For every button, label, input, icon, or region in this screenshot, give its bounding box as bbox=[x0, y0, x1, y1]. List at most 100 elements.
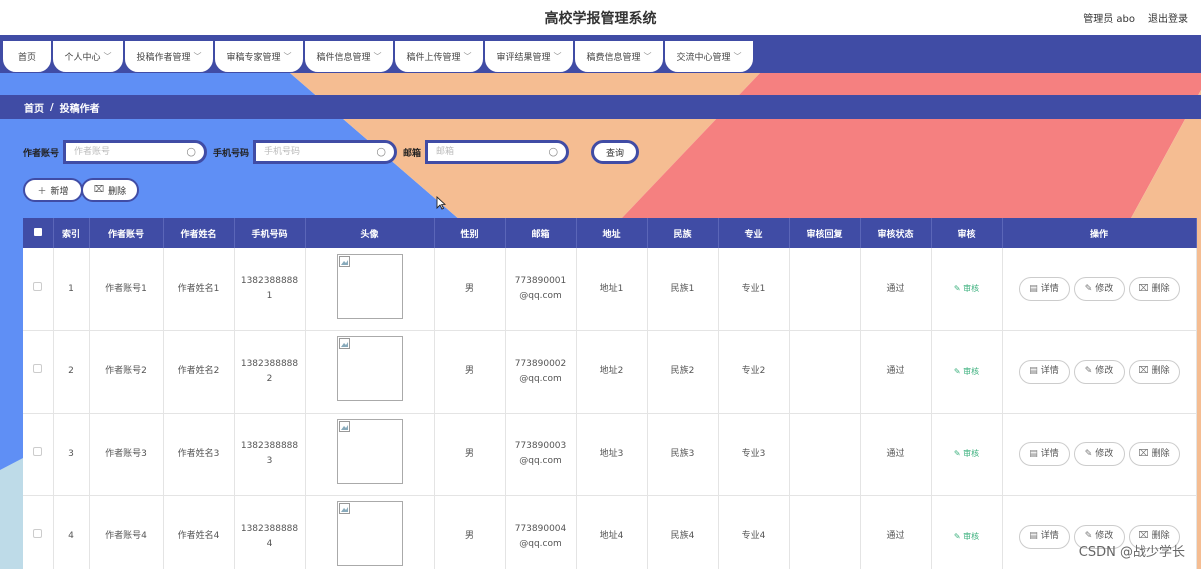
audit-label: 审核 bbox=[963, 366, 980, 376]
phone-cell: 1382388888 1 bbox=[234, 248, 306, 331]
document-icon: ▤ bbox=[1029, 283, 1038, 294]
phone-part: 1 bbox=[266, 291, 273, 301]
nav-tab-home[interactable]: 首页 bbox=[2, 40, 52, 73]
audit-link[interactable]: ✎ 审核 bbox=[954, 449, 979, 458]
edit-button[interactable]: ✎ 修改 bbox=[1073, 442, 1125, 467]
avatar-cell bbox=[305, 330, 435, 414]
phone-part: 1382388888 bbox=[240, 441, 299, 452]
nav-tab-label: 投稿作者管理 bbox=[136, 53, 191, 63]
batch-delete-button[interactable]: ⌧ 删除 bbox=[81, 178, 139, 202]
watermark: CSDN @战少学长 bbox=[1078, 545, 1185, 560]
phone-part: 2 bbox=[266, 373, 273, 384]
phone-part: 1382388888 bbox=[240, 276, 299, 286]
magnifier-icon: ○ bbox=[548, 145, 559, 158]
email-cell: 773890001 @qq.com bbox=[505, 248, 577, 331]
row-checkbox[interactable] bbox=[33, 281, 43, 291]
nav-tab-review-results[interactable]: 审评结果管理 ﹀ bbox=[484, 40, 574, 73]
status-cell: 通过 bbox=[860, 248, 932, 331]
chevron-down-icon: ﹀ bbox=[733, 52, 742, 61]
trash-icon: ⌧ bbox=[93, 185, 105, 195]
select-all-checkbox[interactable] bbox=[33, 227, 42, 236]
nav-tabs: 首页 个人中心 ﹀ 投稿作者管理 ﹀ 审稿专家管理 ﹀ 稿件信息管理 ﹀ 稿件上传管理 ﹀… bbox=[2, 40, 754, 73]
nav-tab-label: 首页 bbox=[17, 53, 36, 63]
email-cell: 773890002 @qq.com bbox=[505, 330, 577, 414]
email-part: 773890004 bbox=[514, 523, 567, 534]
audit-link[interactable]: ✎ 审核 bbox=[954, 367, 979, 376]
delete-label: 删除 bbox=[1151, 366, 1170, 377]
delete-button[interactable]: ⌧ 删除 bbox=[1128, 442, 1180, 467]
document-icon: ▤ bbox=[1029, 531, 1038, 542]
logout-link[interactable]: 退出登录 bbox=[1148, 10, 1188, 25]
site-title: 高校学报管理系统 bbox=[544, 11, 657, 27]
account-cell: 作者账号4 bbox=[89, 495, 164, 569]
nav-tab-label: 个人中心 bbox=[64, 53, 101, 63]
delete-label: 删除 bbox=[1151, 448, 1170, 459]
column-header: 操作 bbox=[1002, 218, 1197, 248]
name-cell: 作者姓名2 bbox=[163, 330, 235, 414]
chevron-down-icon: ﹀ bbox=[373, 52, 382, 61]
breadcrumb-home[interactable]: 首页 bbox=[24, 100, 44, 115]
name-cell: 作者姓名4 bbox=[163, 495, 235, 569]
status-cell: 通过 bbox=[860, 495, 932, 569]
audit-label: 审核 bbox=[963, 531, 980, 541]
add-button[interactable]: ＋ 新增 bbox=[23, 178, 83, 202]
nav-tab-fee-info[interactable]: 稿费信息管理 ﹀ bbox=[574, 40, 664, 73]
nav-tab-communication-center[interactable]: 交流中心管理 ﹀ bbox=[664, 40, 754, 73]
major-cell: 专业2 bbox=[718, 330, 790, 414]
phone-cell: 1382388888 2 bbox=[234, 330, 306, 414]
edit-button[interactable]: ✎ 修改 bbox=[1073, 359, 1125, 384]
gender-cell: 男 bbox=[434, 413, 506, 496]
detail-button[interactable]: ▤ 详情 bbox=[1018, 277, 1070, 301]
ethnicity-cell: 民族3 bbox=[647, 413, 719, 496]
row-checkbox[interactable] bbox=[33, 364, 43, 374]
edit-label: 修改 bbox=[1095, 448, 1114, 459]
nav-tab-manuscript-upload[interactable]: 稿件上传管理 ﹀ bbox=[394, 40, 484, 73]
row-checkbox[interactable] bbox=[33, 446, 43, 456]
chevron-down-icon: ﹀ bbox=[463, 52, 472, 61]
ethnicity-cell: 民族4 bbox=[647, 495, 719, 569]
phone-search-input[interactable] bbox=[264, 143, 375, 161]
email-search-input[interactable] bbox=[436, 143, 547, 161]
row-checkbox-cell bbox=[23, 413, 54, 496]
detail-button[interactable]: ▤ 详情 bbox=[1018, 359, 1070, 384]
breadcrumb: 首页 / 投稿作者 bbox=[0, 95, 1201, 119]
select-all-header[interactable] bbox=[23, 218, 54, 248]
row-checkbox-cell bbox=[23, 330, 54, 414]
phone-part: 1382388888 bbox=[240, 523, 299, 534]
nav-tab-manuscript-info[interactable]: 稿件信息管理 ﹀ bbox=[304, 40, 394, 73]
email-part: 773890003 bbox=[514, 441, 567, 452]
query-button[interactable]: 查询 bbox=[591, 140, 640, 164]
delete-button[interactable]: ⌧ 删除 bbox=[1128, 359, 1180, 384]
trash-icon: ⌧ bbox=[1138, 283, 1149, 294]
major-cell: 专业4 bbox=[718, 495, 790, 569]
document-icon: ▤ bbox=[1029, 448, 1038, 459]
audit-link[interactable]: ✎ 审核 bbox=[954, 532, 979, 541]
index-cell: 2 bbox=[53, 330, 90, 414]
document-icon: ▤ bbox=[1029, 366, 1038, 377]
authors-table: 索引 作者账号 作者姓名 手机号码 头像 性别 邮箱 地址 民族 专业 审核回复… bbox=[23, 218, 1197, 569]
detail-button[interactable]: ▤ 详情 bbox=[1018, 524, 1070, 549]
gender-cell: 男 bbox=[434, 248, 506, 331]
chevron-down-icon: ﹀ bbox=[553, 52, 562, 61]
row-checkbox[interactable] bbox=[33, 529, 43, 539]
phone-part: 4 bbox=[266, 538, 273, 549]
account-search-input[interactable] bbox=[74, 143, 185, 161]
column-header: 手机号码 bbox=[234, 218, 306, 248]
edit-button[interactable]: ✎ 修改 bbox=[1073, 277, 1125, 301]
nav-tab-personal-center[interactable]: 个人中心 ﹀ bbox=[52, 40, 124, 73]
nav-tab-author-management[interactable]: 投稿作者管理 ﹀ bbox=[124, 40, 214, 73]
index-cell: 4 bbox=[53, 495, 90, 569]
table-row: 2 作者账号2 作者姓名2 1382388888 2 男 773890002 @qq… bbox=[23, 330, 1197, 414]
audit-cell: ✎ 审核 bbox=[931, 413, 1003, 496]
pencil-icon: ✎ bbox=[1084, 283, 1093, 294]
phone-cell: 1382388888 4 bbox=[234, 495, 306, 569]
nav-tab-reviewer-management[interactable]: 审稿专家管理 ﹀ bbox=[214, 40, 304, 73]
detail-button[interactable]: ▤ 详情 bbox=[1018, 442, 1070, 467]
detail-label: 详情 bbox=[1040, 283, 1059, 294]
account-cell: 作者账号1 bbox=[89, 248, 164, 331]
major-cell: 专业1 bbox=[718, 248, 790, 331]
magnifier-icon: ○ bbox=[186, 145, 197, 158]
gender-cell: 男 bbox=[434, 330, 506, 414]
audit-link[interactable]: ✎ 审核 bbox=[954, 284, 979, 293]
delete-button[interactable]: ⌧ 删除 bbox=[1128, 277, 1180, 301]
